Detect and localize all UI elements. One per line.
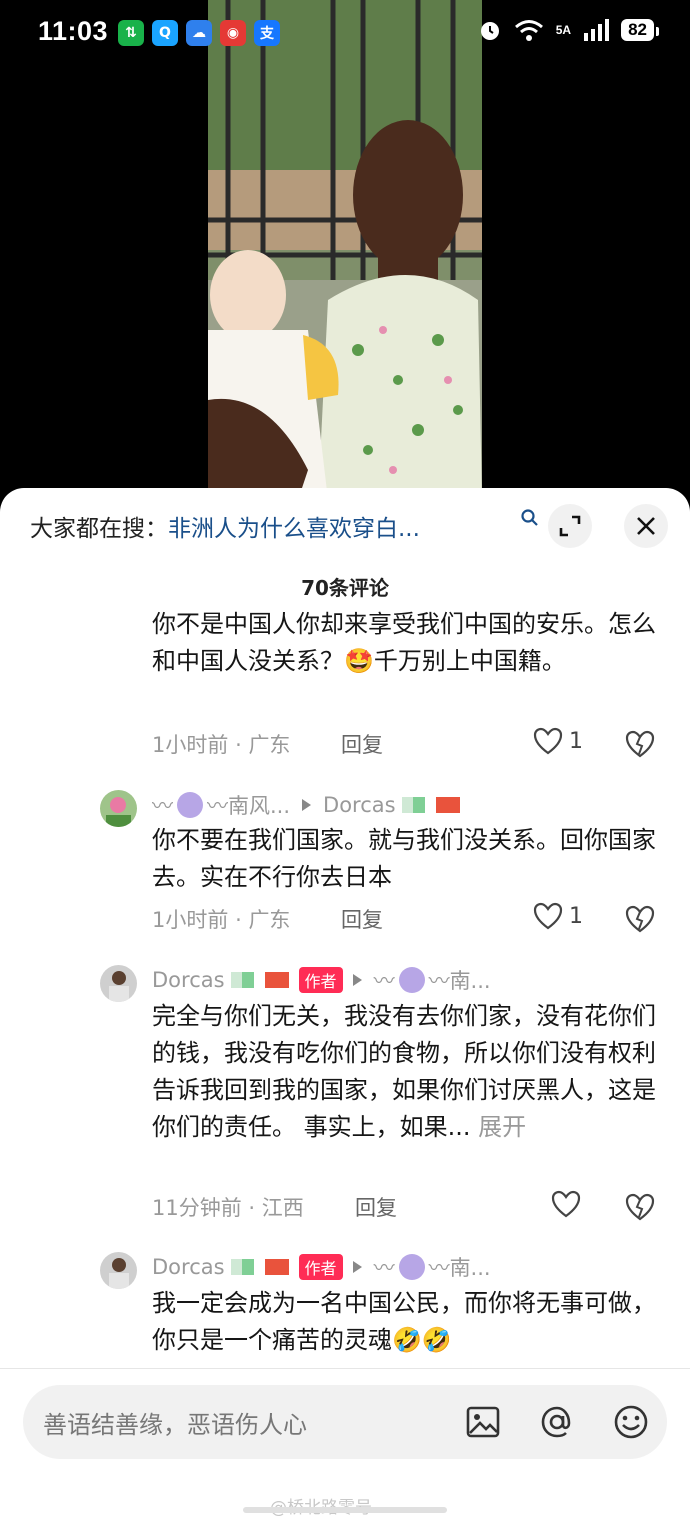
meta-separator: ·: [235, 908, 242, 932]
search-icon[interactable]: [520, 508, 540, 528]
reply-button[interactable]: 回复: [341, 904, 383, 934]
dislike-icon[interactable]: [625, 730, 655, 758]
username[interactable]: 南风...: [228, 790, 290, 820]
divider: [0, 1368, 690, 1369]
cloud-app-icon: ☁: [186, 20, 212, 46]
username[interactable]: Dorcas: [152, 968, 225, 992]
comment-time: 1小时前: [152, 908, 229, 932]
network-type-label: 5A: [555, 23, 572, 37]
close-button[interactable]: [624, 504, 668, 548]
mobile-app-icon: ◉: [220, 20, 246, 46]
reply-to-username[interactable]: 南...: [450, 965, 491, 995]
comment-header: Dorcas 作者 〰 〰 南...: [152, 1252, 491, 1282]
yin-yang-icon: [398, 1254, 425, 1280]
image-icon[interactable]: [463, 1402, 503, 1442]
expand-button[interactable]: [548, 504, 592, 548]
chat-app-icon: Q: [152, 20, 178, 46]
like-button[interactable]: [551, 1190, 581, 1218]
expand-icon: [559, 515, 581, 537]
status-bar: 11:03 ⇅ Q ☁ ◉ 支 5A 82: [0, 0, 690, 66]
comment-time: 1小时前: [152, 733, 229, 757]
meta-separator: ·: [235, 733, 242, 757]
comment-header: 〰 〰 南风... Dorcas: [152, 790, 460, 820]
username-decor: 〰: [373, 1256, 395, 1280]
mention-icon[interactable]: [537, 1402, 577, 1442]
close-icon: [637, 517, 655, 535]
heart-icon: [551, 1190, 581, 1218]
author-badge: 作者: [298, 1254, 343, 1280]
comment-meta: 1小时前 · 广东: [152, 904, 290, 934]
video-player[interactable]: [208, 0, 482, 500]
username-decor: 〰: [152, 794, 173, 818]
comment-input[interactable]: 善语结善缘，恶语伤人心: [23, 1385, 667, 1459]
comment-meta: 11分钟前 · 江西: [152, 1192, 304, 1222]
username[interactable]: Dorcas: [152, 1255, 225, 1279]
comment-header: Dorcas 作者 〰 〰 南...: [152, 965, 491, 995]
like-count: 1: [569, 728, 583, 754]
emoji-icon[interactable]: [611, 1402, 651, 1442]
like-button[interactable]: 1: [533, 902, 583, 930]
clock: 11:03: [38, 16, 109, 46]
username-decor: 〰: [428, 1256, 450, 1280]
notification-app-icons: ⇅ Q ☁ ◉ 支: [118, 20, 280, 46]
trending-search-prefix: 大家都在搜：: [30, 516, 168, 542]
trending-search-bar[interactable]: 大家都在搜： 非洲人为什么喜欢穿白...: [30, 506, 530, 546]
username-decor: 〰: [207, 794, 228, 818]
yin-yang-icon: [398, 967, 425, 993]
watermark: @桥北路零号: [270, 1493, 372, 1518]
reply-button[interactable]: 回复: [341, 729, 383, 759]
system-icons: 5A 82: [478, 18, 659, 42]
like-count: 1: [569, 903, 583, 929]
heart-icon: [533, 902, 563, 930]
reply-arrow-icon: [302, 799, 312, 811]
comment-text-body: 完全与你们无关，我没有去你们家，没有花你们的钱，我没有吃你们的食物，所以你们没有…: [152, 1002, 656, 1141]
heart-icon: [533, 727, 563, 755]
comment-count-title: 70条评论: [301, 576, 389, 600]
wifi-icon: [514, 20, 543, 41]
comment-text: 我一定会成为一名中国公民，而你将无事可做，你只是一个痛苦的灵魂🤣🤣: [152, 1289, 656, 1354]
dislike-icon[interactable]: [625, 905, 655, 933]
trending-search-query[interactable]: 非洲人为什么喜欢穿白...: [168, 509, 420, 543]
username-decor: 〰: [428, 969, 450, 993]
author-badge: 作者: [298, 967, 343, 993]
flag-icon: [401, 797, 460, 813]
flag-icon: [230, 1259, 289, 1275]
alarm-icon: [480, 22, 499, 40]
comment-time: 11分钟前: [152, 1196, 242, 1220]
battery-icon: 82: [621, 19, 659, 41]
comment-location: 广东: [248, 733, 291, 757]
video-frame-image: [208, 0, 482, 500]
comment-text: 你不要在我们国家。就与我们没关系。回你国家去。实在不行你去日本: [152, 826, 656, 891]
reply-to-username[interactable]: Dorcas: [323, 793, 396, 817]
expand-link[interactable]: 展开: [478, 1113, 526, 1141]
alipay-app-icon: 支: [254, 20, 280, 46]
yin-yang-icon: [177, 792, 203, 818]
reply-arrow-icon: [352, 974, 362, 986]
username-decor: 〰: [373, 969, 395, 993]
meta-separator: ·: [248, 1196, 256, 1220]
avatar[interactable]: [100, 965, 137, 1002]
comment-meta: 1小时前 · 广东: [152, 729, 290, 759]
avatar[interactable]: [100, 790, 137, 827]
signal-icon: [584, 19, 610, 41]
reply-button[interactable]: 回复: [355, 1192, 397, 1222]
reply-to-username[interactable]: 南...: [450, 1252, 491, 1282]
home-indicator[interactable]: [243, 1507, 447, 1513]
reply-arrow-icon: [352, 1261, 362, 1273]
dislike-icon[interactable]: [625, 1193, 655, 1221]
comment-text: 你不是中国人你却来享受我们中国的安乐。怎么和中国人没关系？🤩千万别上中国籍。: [152, 610, 656, 675]
comment-sheet: 大家都在搜： 非洲人为什么喜欢穿白... 70条评论 你不是中国人你却来享受我们…: [0, 488, 690, 1525]
comment-input-placeholder: 善语结善缘，恶语伤人心: [43, 1411, 307, 1439]
avatar[interactable]: [100, 1252, 137, 1289]
like-button[interactable]: 1: [533, 727, 583, 755]
comment-text: 完全与你们无关，我没有去你们家，没有花你们的钱，我没有吃你们的食物，所以你们没有…: [152, 998, 657, 1146]
flag-icon: [230, 972, 289, 988]
transfer-app-icon: ⇅: [118, 20, 144, 46]
comment-location: 广东: [248, 908, 291, 932]
comment-location: 江西: [261, 1196, 304, 1220]
